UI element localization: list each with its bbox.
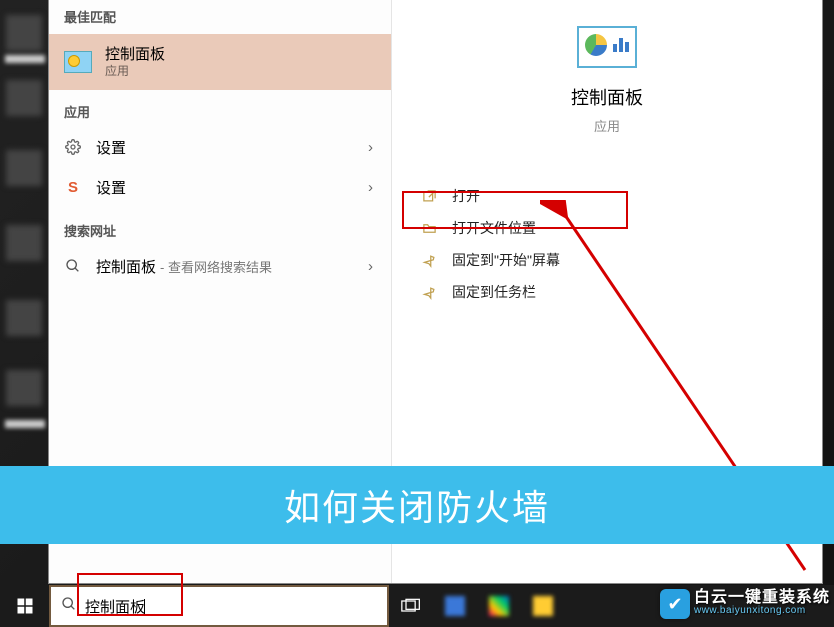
best-match-item[interactable]: 控制面板 应用 bbox=[49, 34, 391, 90]
action-label: 固定到"开始"屏幕 bbox=[452, 250, 560, 270]
open-icon bbox=[420, 187, 438, 205]
app-row-label: 设置 bbox=[96, 177, 126, 198]
taskbar-pinned-app[interactable] bbox=[433, 585, 477, 627]
control-panel-icon bbox=[64, 51, 92, 73]
search-text: 控制面板 bbox=[85, 596, 145, 617]
preview-actions: 打开 打开文件位置 固定到"开始"屏幕 固定到任务栏 bbox=[392, 180, 822, 308]
sogou-icon: S bbox=[64, 178, 82, 196]
taskbar-search-input[interactable]: 控制面板 bbox=[49, 585, 389, 627]
app-row-settings-1[interactable]: 设置 › bbox=[49, 127, 391, 167]
preview-title: 控制面板 bbox=[392, 84, 822, 110]
web-row-label: 控制面板 bbox=[96, 256, 156, 277]
gear-icon bbox=[64, 138, 82, 156]
pin-icon bbox=[420, 283, 438, 301]
action-open-file-location[interactable]: 打开文件位置 bbox=[392, 212, 822, 244]
action-label: 打开文件位置 bbox=[452, 218, 536, 238]
best-match-header: 最佳匹配 bbox=[49, 3, 391, 32]
action-label: 打开 bbox=[452, 186, 480, 206]
preview-subtitle: 应用 bbox=[392, 116, 822, 135]
taskbar-pinned-app[interactable] bbox=[521, 585, 565, 627]
search-icon bbox=[64, 257, 82, 275]
text-caret bbox=[144, 599, 145, 616]
app-row-label: 设置 bbox=[96, 137, 126, 158]
best-match-subtitle: 应用 bbox=[105, 64, 165, 79]
web-row-suffix: - 查看网络搜索结果 bbox=[160, 257, 272, 276]
task-view-button[interactable] bbox=[389, 585, 433, 627]
action-pin-to-taskbar[interactable]: 固定到任务栏 bbox=[392, 276, 822, 308]
best-match-title: 控制面板 bbox=[105, 46, 165, 64]
pin-icon bbox=[420, 251, 438, 269]
chevron-right-icon: › bbox=[368, 258, 373, 275]
apps-header: 应用 bbox=[49, 98, 391, 127]
tutorial-banner: 如何关闭防火墙 bbox=[0, 466, 834, 544]
search-icon bbox=[61, 596, 77, 617]
action-label: 固定到任务栏 bbox=[452, 282, 536, 302]
action-open[interactable]: 打开 bbox=[392, 180, 822, 212]
action-pin-to-start[interactable]: 固定到"开始"屏幕 bbox=[392, 244, 822, 276]
control-panel-large-icon bbox=[577, 26, 637, 68]
taskbar-pinned-app[interactable] bbox=[477, 585, 521, 627]
web-header: 搜索网址 bbox=[49, 217, 391, 246]
app-row-settings-2[interactable]: S 设置 › bbox=[49, 167, 391, 207]
chevron-right-icon: › bbox=[368, 139, 373, 156]
banner-text: 如何关闭防火墙 bbox=[284, 479, 550, 531]
start-button[interactable] bbox=[0, 585, 49, 627]
web-search-row[interactable]: 控制面板 - 查看网络搜索结果 › bbox=[49, 246, 391, 286]
chevron-right-icon: › bbox=[368, 179, 373, 196]
folder-icon bbox=[420, 219, 438, 237]
taskbar: 控制面板 bbox=[0, 585, 834, 627]
